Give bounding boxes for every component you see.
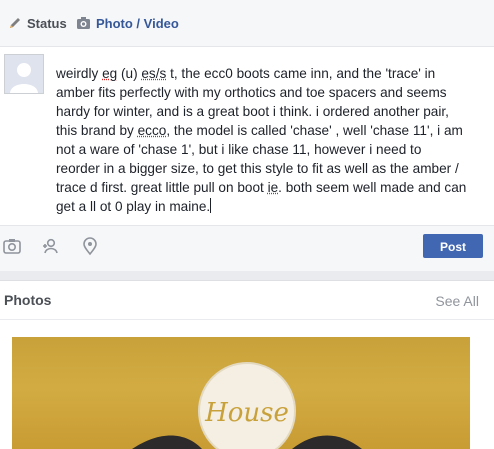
tab-status-label: Status [27, 15, 67, 31]
location-pin-icon[interactable] [80, 236, 100, 256]
see-all-link[interactable]: See All [435, 293, 479, 309]
post-text-line: weirdly eg (u) es/s t, the ecc0 boots ca… [56, 66, 436, 81]
status-text-input[interactable]: weirdly eg (u) es/s t, the ecc0 boots ca… [56, 64, 474, 216]
post-text-line: trace d first. great little pull on boot… [56, 180, 467, 195]
misspelled-word[interactable]: es/s [141, 66, 166, 81]
post-text-line: this brand by ecco, the model is called … [56, 123, 463, 138]
camera-icon [77, 17, 90, 29]
tab-photo-video[interactable]: Photo / Video [76, 13, 179, 33]
post-text-line: get a ll ot 0 play in maine. [56, 198, 212, 214]
misspelled-word[interactable]: ie [268, 180, 279, 195]
composer-tabs: Status Photo / Video [0, 0, 494, 47]
misspelled-word[interactable]: ecco [138, 123, 167, 138]
house-logo-image: House [132, 362, 362, 449]
photos-title: Photos [4, 292, 52, 308]
tab-status[interactable]: Status [8, 13, 67, 33]
photos-section: Photos See All House [0, 280, 494, 449]
post-text-line: hardy for winter, and is a great boot i … [56, 104, 449, 119]
text-caret [210, 198, 212, 213]
pencil-icon [10, 18, 20, 28]
photos-header: Photos See All [0, 281, 494, 320]
photo-thumbnail[interactable]: House [12, 337, 470, 449]
composer-action-bar [0, 225, 494, 271]
post-button[interactable]: Post [423, 234, 483, 258]
house-logo-text: House [204, 398, 289, 428]
tab-photo-video-label: Photo / Video [96, 15, 179, 31]
camera-icon[interactable] [2, 236, 22, 256]
avatar [4, 54, 44, 94]
post-text-line: reorder in a bigger size, to get this st… [56, 161, 459, 176]
post-text-line: amber fits perfectly with my orthotics a… [56, 85, 447, 100]
status-composer: Status Photo / Video weirdly eg (u) es/s… [0, 0, 494, 271]
post-text-line: not a ware of 'chase 1', but i like chas… [56, 142, 422, 157]
tag-friends-icon[interactable] [40, 236, 60, 256]
default-avatar-icon [5, 55, 43, 93]
misspelled-word[interactable]: eg [102, 66, 117, 81]
